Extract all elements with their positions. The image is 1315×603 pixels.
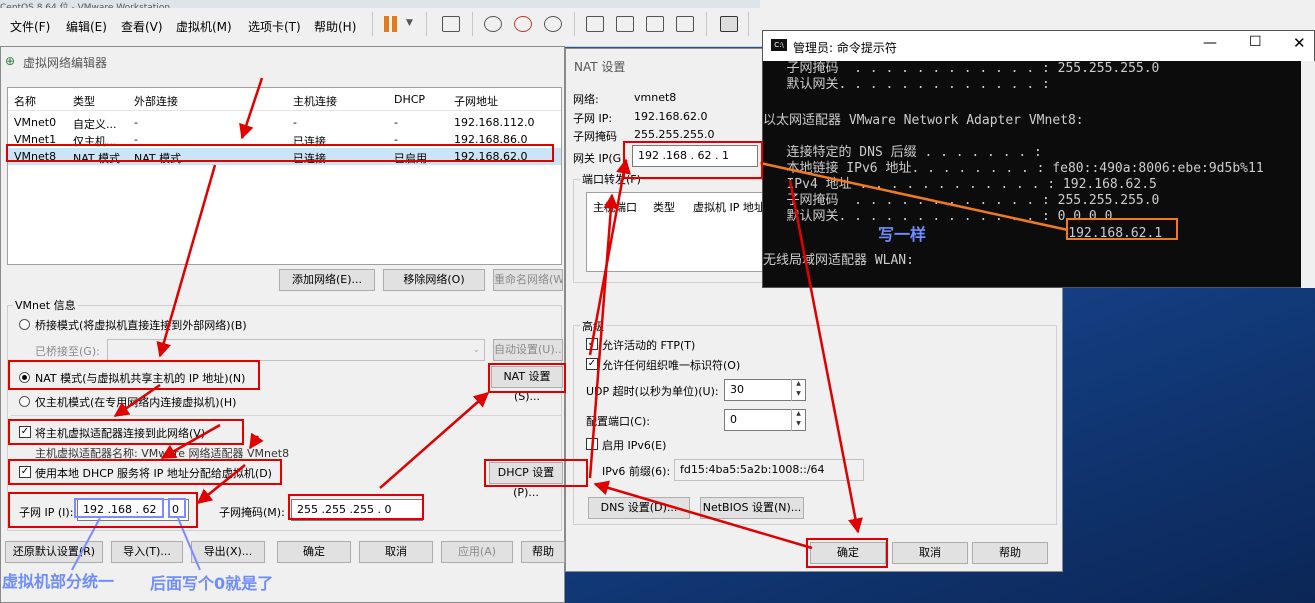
highlight-connect-adapter xyxy=(8,419,244,445)
highlight-gateway xyxy=(623,141,763,179)
highlight-subnet-mask xyxy=(288,494,424,520)
arrow-adapter-name xyxy=(248,432,264,450)
arrow-to-vmnet8 xyxy=(239,77,264,140)
arrow-to-nat-ok xyxy=(788,179,863,534)
highlight-vmnet8-row xyxy=(6,144,554,162)
highlight-nat-mode xyxy=(8,360,260,390)
highlight-gateway-cmd xyxy=(1066,218,1178,240)
annotation-same: 写一样 xyxy=(878,225,927,244)
orange-connector xyxy=(759,161,1069,232)
arrow-to-nat-mode xyxy=(156,164,217,358)
highlight-dhcp-settings xyxy=(484,459,588,487)
annotation-vm-part: 虚拟机部分统一 xyxy=(2,572,115,591)
highlight-nat-settings xyxy=(488,363,566,393)
highlight-nat-ok xyxy=(806,538,888,568)
highlight-dhcp xyxy=(8,459,282,485)
annotation-write-zero: 后面写个0就是了 xyxy=(150,574,274,593)
highlight-last-octet xyxy=(168,498,186,518)
highlight-vm-part xyxy=(74,498,164,518)
arrow-to-nat-button xyxy=(379,392,490,489)
arrow-ok-back xyxy=(593,480,813,550)
